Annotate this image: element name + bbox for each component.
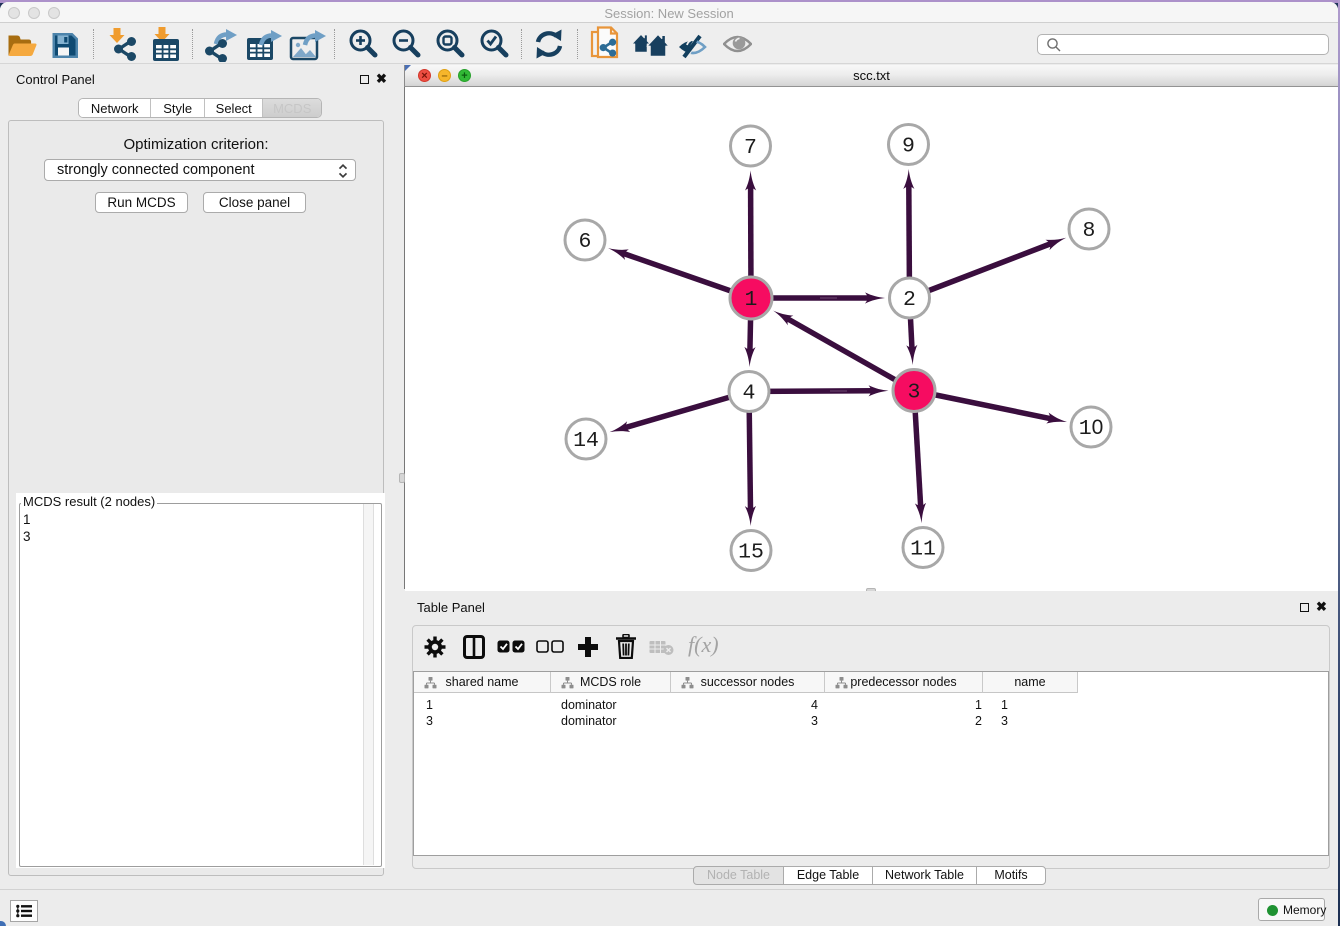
svg-text:11: 11 xyxy=(910,538,936,562)
svg-text:4: 4 xyxy=(743,382,756,406)
svg-text:9: 9 xyxy=(902,135,915,159)
svg-text:8: 8 xyxy=(1083,219,1096,243)
svg-text:2: 2 xyxy=(903,288,916,312)
svg-text:1: 1 xyxy=(745,288,758,312)
svg-text:15: 15 xyxy=(738,541,764,565)
svg-text:10: 10 xyxy=(1079,416,1104,441)
svg-text:3: 3 xyxy=(908,381,921,405)
svg-text:7: 7 xyxy=(744,136,757,160)
svg-text:6: 6 xyxy=(579,230,592,254)
svg-text:14: 14 xyxy=(573,429,599,453)
